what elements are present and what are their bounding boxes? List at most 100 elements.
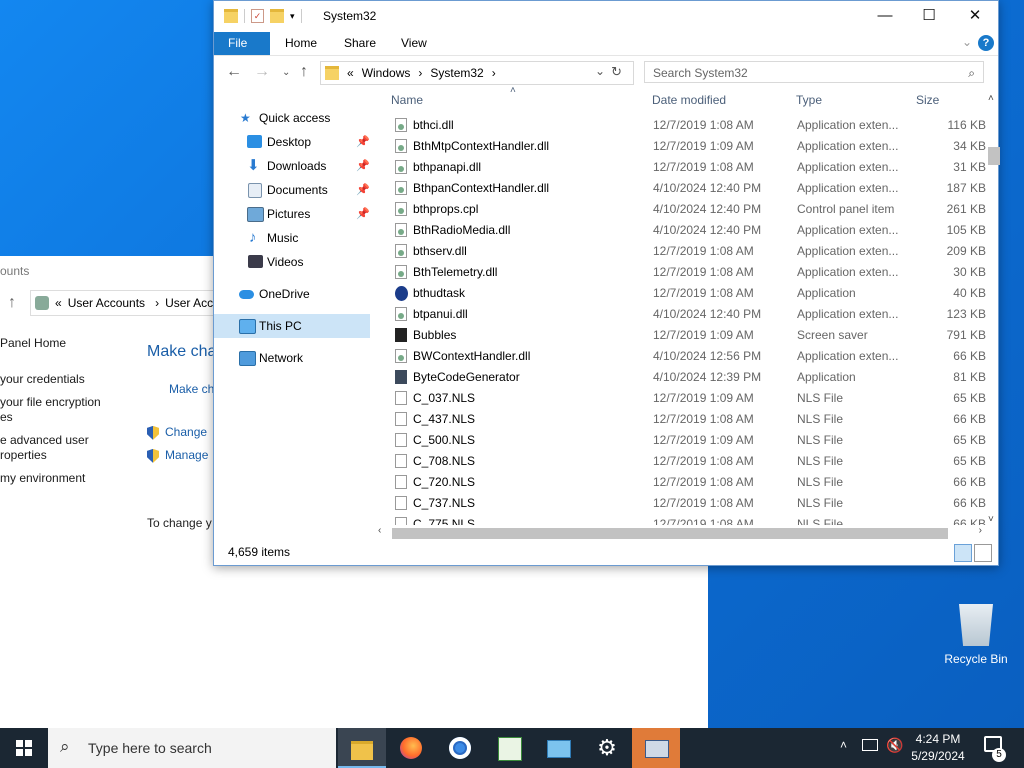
tab-view[interactable]: View [387,32,441,55]
breadcrumb-system32[interactable]: System32 [430,66,483,80]
back-icon[interactable]: ← [226,63,242,81]
tab-file[interactable]: File [214,32,270,55]
address-bar[interactable]: « Windows › System32 › ⌄ ↻ [320,61,634,85]
recycle-bin[interactable]: Recycle Bin [940,604,1012,666]
scroll-right-icon[interactable]: › [979,525,982,536]
nav-this-pc[interactable]: This PC [214,314,370,338]
settings-taskbar-button[interactable]: ⚙ [583,728,631,768]
file-list[interactable]: bthci.dll 12/7/2019 1:08 AM Application ex… [386,115,986,525]
control-panel-home-link[interactable]: Panel Home [0,336,66,350]
tab-share[interactable]: Share [330,32,390,55]
breadcrumb-windows[interactable]: Windows [362,66,411,80]
up-arrow-icon[interactable]: ↑ [8,294,16,312]
file-explorer-taskbar-button[interactable] [338,728,386,768]
file-row[interactable]: bthudtask 12/7/2019 1:08 AM Application 40 … [386,283,986,304]
file-date: 12/7/2019 1:08 AM [653,286,754,300]
file-row[interactable]: BthpanContextHandler.dll 4/10/2024 12:40 … [386,178,986,199]
new-folder-icon[interactable] [270,9,284,23]
up-icon[interactable]: ↑ [300,63,308,81]
network-icon [239,351,256,366]
scroll-thumb[interactable] [988,147,1000,165]
nav-network[interactable]: Network [214,346,370,370]
file-row[interactable]: bthpanapi.dll 12/7/2019 1:08 AM Applicatio… [386,157,986,178]
properties-icon[interactable]: ✓ [251,9,264,23]
manage-link[interactable]: Manage [147,448,208,463]
refresh-icon[interactable]: ↻ [611,64,622,80]
change-link[interactable]: Change [147,425,207,440]
encryption-link[interactable]: your file encryption [0,395,101,409]
environment-link[interactable]: my environment [0,471,85,485]
nav-downloads[interactable]: ⬇ Downloads 📌 [214,154,370,178]
breadcrumb-item[interactable]: User Acc [165,296,213,310]
scroll-down-icon[interactable]: ˅ [988,514,994,525]
file-row[interactable]: Bubbles 12/7/2019 1:09 AM Screen saver 791 … [386,325,986,346]
address-bar[interactable]: « User Accounts › User Acc [30,290,222,316]
file-row[interactable]: BthTelemetry.dll 12/7/2019 1:08 AM Applica… [386,262,986,283]
breadcrumb-item[interactable]: User Accounts [68,296,145,310]
large-icons-view-icon[interactable] [974,544,992,562]
minimize-button[interactable]: — [862,1,908,31]
nav-music[interactable]: ♪ Music [214,226,370,250]
scroll-thumb[interactable] [392,528,948,539]
network-status-icon[interactable] [862,739,878,751]
file-row[interactable]: btpanui.dll 4/10/2024 12:40 PM Application… [386,304,986,325]
nav-videos[interactable]: Videos [214,250,370,274]
file-explorer-window[interactable]: ✓ ▾ System32 — ☐ ✕ File Home Share View … [213,0,1000,566]
advanced-user-link-cont[interactable]: roperties [0,448,47,462]
file-row[interactable]: C_775.NLS 12/7/2019 1:08 AM NLS File 66 KB [386,514,986,525]
file-row[interactable]: C_708.NLS 12/7/2019 1:08 AM NLS File 65 KB [386,451,986,472]
maximize-button[interactable]: ☐ [906,1,952,31]
start-button[interactable] [0,728,48,768]
file-row[interactable]: C_737.NLS 12/7/2019 1:08 AM NLS File 66 KB [386,493,986,514]
file-type: Application exten... [797,307,899,321]
encryption-link-cont[interactable]: es [0,410,13,424]
recent-locations-icon[interactable]: ⌄ [282,67,290,78]
column-header-size[interactable]: Size [916,93,939,113]
horizontal-scrollbar[interactable]: ‹ › [376,525,984,541]
file-row[interactable]: bthci.dll 12/7/2019 1:08 AM Application ex… [386,115,986,136]
column-header-type[interactable]: Type [796,93,822,113]
nav-documents[interactable]: Documents 📌 [214,178,370,202]
firefox-taskbar-button[interactable] [387,728,435,768]
control-panel-taskbar-button[interactable] [534,728,582,768]
file-row[interactable]: C_437.NLS 12/7/2019 1:08 AM NLS File 66 KB [386,409,986,430]
forward-icon[interactable]: → [254,63,270,81]
make-changes-link[interactable]: Make ch [169,382,214,396]
help-icon[interactable]: ? [978,35,994,51]
file-row[interactable]: C_720.NLS 12/7/2019 1:08 AM NLS File 66 KB [386,472,986,493]
taskbar-search[interactable]: ⌕ Type here to search [48,728,336,768]
scroll-up-icon[interactable]: ˄ [988,93,994,104]
scroll-left-icon[interactable]: ‹ [378,525,381,536]
volume-muted-icon[interactable]: 🔇 [886,737,903,754]
column-header-date[interactable]: Date modified [652,93,726,113]
advanced-user-link[interactable]: e advanced user [0,433,89,447]
nav-pictures[interactable]: Pictures 📌 [214,202,370,226]
tab-home[interactable]: Home [271,32,331,55]
address-dropdown-icon[interactable]: ⌄ [595,64,605,78]
spreadsheet-taskbar-button[interactable] [485,728,533,768]
search-box[interactable]: Search System32 ⌕ [644,61,984,83]
network-app-taskbar-button[interactable] [632,728,680,768]
clock[interactable]: 4:24 PM 5/29/2024 [903,731,973,765]
file-row[interactable]: C_500.NLS 12/7/2019 1:09 AM NLS File 65 KB [386,430,986,451]
file-row[interactable]: BthMtpContextHandler.dll 12/7/2019 1:09 A… [386,136,986,157]
chrome-taskbar-button[interactable] [436,728,484,768]
file-row[interactable]: C_037.NLS 12/7/2019 1:09 AM NLS File 65 KB [386,388,986,409]
file-row[interactable]: ByteCodeGenerator 4/10/2024 12:39 PM Appli… [386,367,986,388]
column-header-name[interactable]: Name [391,93,423,113]
vertical-scrollbar[interactable]: ˄ ˅ [984,93,1000,525]
customize-dropdown-icon[interactable]: ▾ [290,11,295,22]
nav-quick-access[interactable]: ★ Quick access [214,106,370,130]
file-row[interactable]: BWContextHandler.dll 4/10/2024 12:56 PM Ap… [386,346,986,367]
details-view-icon[interactable] [954,544,972,562]
file-row[interactable]: bthserv.dll 12/7/2019 1:08 AM Application … [386,241,986,262]
nav-onedrive[interactable]: OneDrive [214,282,370,306]
close-button[interactable]: ✕ [952,1,998,31]
nav-desktop[interactable]: Desktop 📌 [214,130,370,154]
file-row[interactable]: BthRadioMedia.dll 4/10/2024 12:40 PM Appli… [386,220,986,241]
credentials-link[interactable]: your credentials [0,372,85,386]
file-row[interactable]: bthprops.cpl 4/10/2024 12:40 PM Control pa… [386,199,986,220]
show-hidden-icons[interactable]: ˄ [840,738,847,752]
expand-ribbon-icon[interactable]: ⌄ [962,35,972,49]
title-bar[interactable]: ✓ ▾ System32 — ☐ ✕ [214,1,998,32]
